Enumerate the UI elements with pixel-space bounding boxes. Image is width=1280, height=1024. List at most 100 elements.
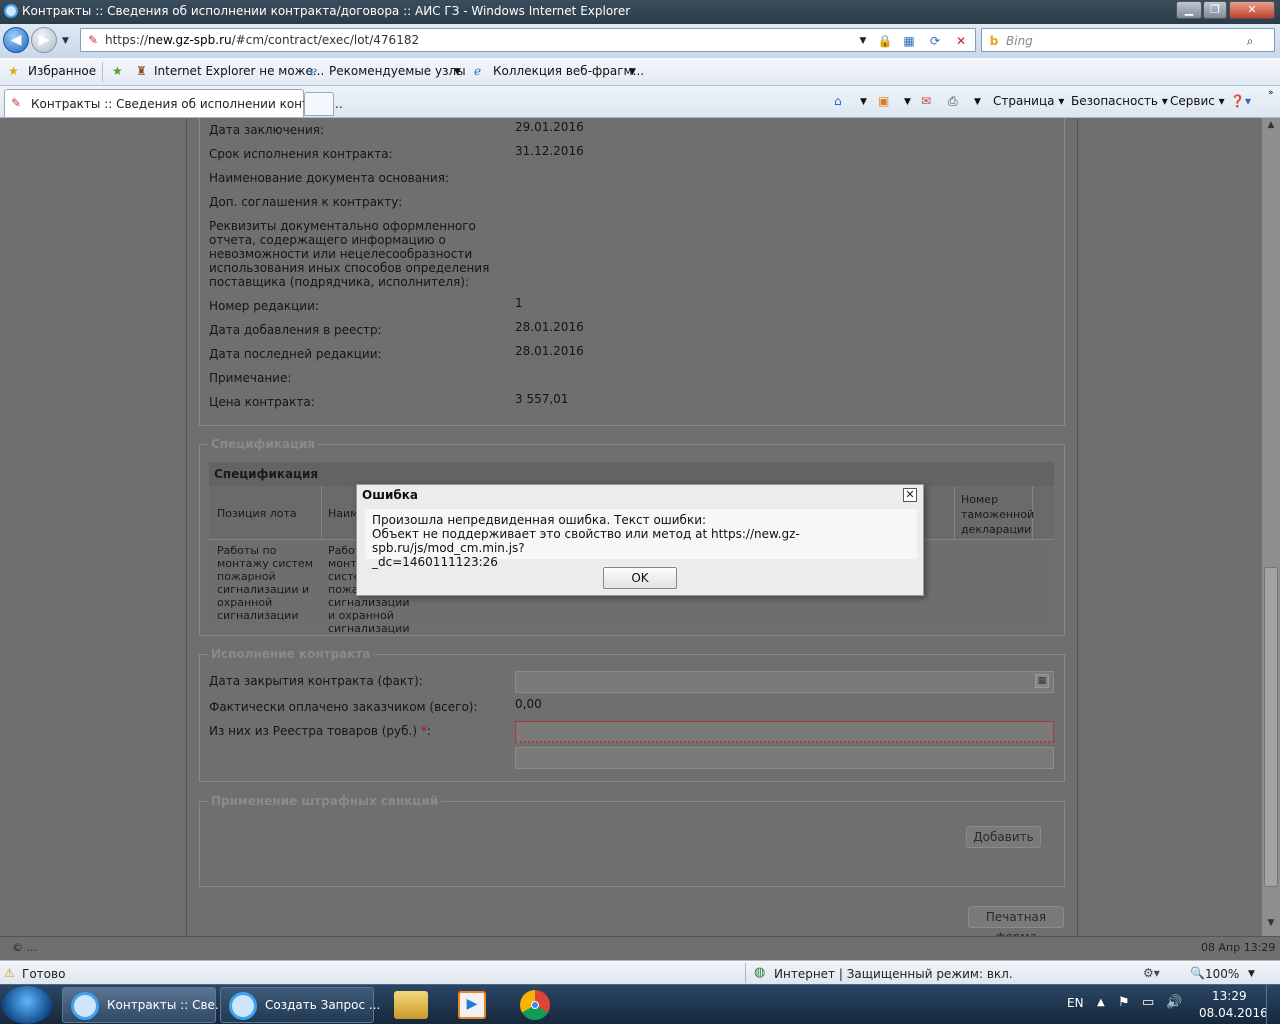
tray-expand-icon[interactable]: ▲ [1097, 997, 1105, 1008]
chevron-down-icon[interactable]: ▼ [629, 67, 636, 77]
print-form-button[interactable]: Печатная форма [968, 906, 1064, 936]
rss-feed-icon[interactable]: ▣ [878, 94, 889, 108]
close-date-input[interactable] [515, 671, 1054, 693]
registry-label: Из них из Реестра товаров (руб.) *: [209, 724, 431, 738]
network-icon[interactable]: ▭ [1142, 995, 1154, 1010]
emblem-icon: ♜ [136, 64, 147, 78]
dialog-close-icon[interactable]: ✕ [903, 488, 917, 502]
column-header-name[interactable]: Наим [328, 507, 358, 520]
start-button[interactable] [2, 986, 52, 1024]
tab-contracts[interactable]: ✎ Контракты :: Сведения об исполнении ко… [4, 89, 343, 117]
bing-icon: b [989, 34, 999, 48]
mail-icon[interactable]: ✉ [921, 94, 931, 108]
compatibility-view-icon[interactable]: ▦ [901, 33, 917, 49]
add-penalty-button[interactable]: Добавить [966, 826, 1041, 848]
ie-logo-icon [229, 992, 257, 1020]
taskbar-item-ie-request[interactable]: Создать Запрос ... [220, 987, 380, 1023]
lock-icon[interactable]: 🔒 [877, 33, 893, 49]
column-header-lot-position[interactable]: Позиция лота [217, 507, 297, 520]
ie-page-icon: ℯ [474, 64, 482, 78]
detail-label: Номер редакции: [209, 299, 319, 313]
warning-icon[interactable]: ⚠ [4, 966, 15, 980]
action-center-icon[interactable]: ⚑ [1118, 995, 1130, 1010]
column-header-customs-declaration[interactable]: Номер таможенной декларации [961, 492, 1034, 537]
new-tab-button[interactable] [304, 92, 334, 116]
divider [102, 62, 103, 82]
media-player-icon[interactable]: ▶ [458, 991, 486, 1019]
show-desktop-button[interactable] [1266, 985, 1280, 1024]
help-icon[interactable]: ❓▾ [1230, 94, 1251, 108]
page-menu[interactable]: Страница ▾ [993, 94, 1064, 108]
history-dropdown-icon[interactable]: ▼ [62, 36, 69, 46]
scrollbar-thumb[interactable] [1264, 567, 1278, 887]
back-button[interactable]: ◀ [3, 27, 29, 53]
ok-button[interactable]: OK [603, 567, 677, 589]
address-dropdown-icon[interactable]: ▼ [855, 33, 871, 49]
registry-extra-input[interactable] [515, 747, 1054, 769]
detail-label: Доп. соглашения к контракту: [209, 195, 403, 209]
scroll-down-icon[interactable]: ▼ [1264, 918, 1278, 934]
close-window-button[interactable]: ✕ [1229, 1, 1275, 19]
favorite-link-2[interactable]: Рекомендуемые узлы [329, 64, 466, 78]
detail-label: Срок исполнения контракта: [209, 147, 393, 161]
search-icon[interactable]: ⌕ [1242, 33, 1258, 49]
explorer-folder-icon[interactable] [394, 991, 428, 1019]
address-bar[interactable]: ✎ https://new.gz-spb.ru/#cm/contract/exe… [80, 28, 976, 52]
home-icon[interactable]: ⌂ [834, 94, 842, 108]
error-message-line: Произошла непредвиденная ошибка. Текст о… [372, 513, 707, 527]
forward-button[interactable]: ▶ [31, 27, 57, 53]
spec-grid-title: Спецификация [214, 467, 319, 481]
detail-label: Дата добавления в реестр: [209, 323, 382, 337]
chevrons-icon[interactable]: » [1268, 88, 1274, 98]
clock-date[interactable]: 08.04.2016 [1199, 1006, 1268, 1020]
search-input[interactable]: Bing [1006, 34, 1033, 48]
dialog-header[interactable]: Ошибка ✕ [357, 485, 923, 507]
penalties-fieldset [199, 801, 1065, 887]
registry-amount-input[interactable] [515, 721, 1054, 743]
contract-price: 3 557,01 [515, 392, 569, 406]
search-box[interactable]: b Bing ⌕ [981, 28, 1275, 52]
taskbar-item-label: Создать Запрос ... [265, 998, 381, 1012]
error-dialog: Ошибка ✕ Произошла непредвиденная ошибка… [356, 484, 924, 596]
detail-value: 29.01.2016 [515, 120, 584, 134]
tools-menu[interactable]: Сервис ▾ [1170, 94, 1225, 108]
chrome-icon-center [531, 1001, 539, 1009]
print-icon[interactable]: ⎙ [948, 94, 958, 109]
settings-icon[interactable]: ⚙▾ [1143, 966, 1160, 980]
detail-value: 28.01.2016 [515, 320, 584, 334]
chevron-down-icon[interactable]: ▼ [860, 97, 867, 107]
refresh-icon[interactable]: ⟳ [927, 33, 943, 49]
language-indicator[interactable]: EN [1067, 996, 1084, 1010]
chevron-down-icon[interactable]: ▼ [1248, 969, 1255, 979]
scroll-up-icon[interactable]: ▲ [1264, 120, 1278, 136]
address-url[interactable]: https://new.gz-spb.ru/#cm/contract/exec/… [105, 33, 419, 47]
zoom-level[interactable]: 100% [1205, 967, 1239, 981]
stop-icon[interactable]: ✕ [953, 33, 969, 49]
favorite-link-3[interactable]: Коллекция веб-фрагм... [493, 64, 644, 78]
zoom-icon[interactable]: 🔍 [1190, 966, 1205, 980]
volume-icon[interactable]: 🔊 [1166, 995, 1182, 1010]
maximize-button[interactable]: ❐ [1203, 1, 1227, 19]
clock-time[interactable]: 13:29 [1212, 989, 1247, 1003]
close-date-label: Дата закрытия контракта (факт): [209, 674, 423, 688]
detail-label: Цена контракта: [209, 395, 315, 409]
chevron-down-icon[interactable]: ▼ [974, 97, 981, 107]
chevron-down-icon[interactable]: ▼ [904, 97, 911, 107]
calendar-icon[interactable]: ▦ [1035, 674, 1049, 688]
zone-text[interactable]: Интернет | Защищенный режим: вкл. [774, 967, 1013, 981]
favorites-button[interactable]: Избранное [28, 64, 96, 78]
tab-bar: ✎ Контракты :: Сведения об исполнении ко… [0, 86, 1280, 118]
favorite-link-1[interactable]: Internet Explorer не може... [154, 64, 324, 78]
paid-label: Фактически оплачено заказчиком (всего): [209, 700, 478, 714]
safety-menu[interactable]: Безопасность ▾ [1071, 94, 1168, 108]
left-margin [0, 118, 186, 936]
minimize-button[interactable]: ▁ [1176, 1, 1202, 19]
add-favorite-icon[interactable]: ★ [112, 64, 123, 78]
globe-icon: ◍ [754, 965, 766, 980]
paid-value: 0,00 [515, 697, 542, 711]
page-icon: ✎ [87, 33, 99, 47]
taskbar-item-ie-contracts[interactable]: Контракты :: Све... [62, 987, 226, 1023]
chevron-down-icon[interactable]: ▼ [454, 67, 461, 77]
favorites-bar: ★ Избранное ★ ♜ Internet Explorer не мож… [0, 58, 1280, 86]
ie-status-bar: ⚠ Готово ◍ Интернет | Защищенный режим: … [0, 960, 1280, 984]
